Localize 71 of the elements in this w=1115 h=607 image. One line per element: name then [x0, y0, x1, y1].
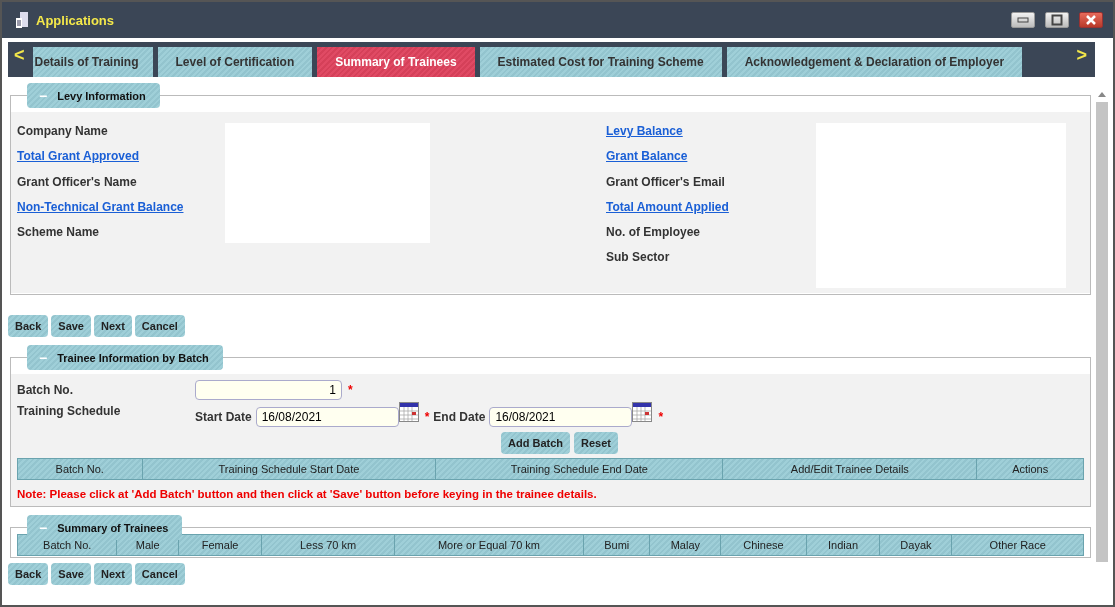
document-icon [14, 11, 30, 29]
field-label: Company Name [17, 123, 109, 140]
tab[interactable]: Summary of Trainees [317, 47, 475, 77]
column-header: Bumi [584, 535, 651, 555]
start-date-field[interactable]: 16/08/2021 [255, 407, 399, 427]
form-button[interactable]: Save [51, 315, 91, 337]
column-header: Less 70 km [262, 535, 395, 555]
tab[interactable]: Details of Training [32, 47, 153, 77]
field-label: Batch No. [17, 383, 74, 397]
form-button[interactable]: Cancel [134, 315, 185, 337]
maximize-icon [1051, 14, 1063, 26]
required-mark: * [348, 383, 353, 397]
column-header: Add/Edit Trainee Details [723, 459, 978, 479]
column-header: Malay [650, 535, 722, 555]
form-button[interactable]: Next [94, 315, 132, 337]
field-link[interactable]: Levy Balance [606, 123, 816, 149]
minimize-button[interactable] [1011, 12, 1035, 28]
form-button[interactable]: Reset [574, 432, 618, 454]
tab[interactable]: Level of Certification [157, 47, 313, 77]
required-mark: * [424, 410, 430, 424]
section-header[interactable]: − Trainee Information by Batch [27, 345, 223, 370]
section-title: Summary of Trainees [57, 521, 169, 534]
form-button[interactable]: Add Batch [501, 432, 570, 454]
previous-tab-button[interactable]: < [8, 45, 33, 74]
column-header: Dayak [880, 535, 953, 555]
column-header: Training Schedule End Date [436, 459, 724, 479]
field-label: End Date [433, 410, 486, 424]
section-header[interactable]: − Levy Information [27, 83, 160, 108]
field-link[interactable]: Total Grant Approved [17, 148, 225, 174]
section-title: Levy Information [57, 89, 146, 102]
window-title: Applications [36, 12, 114, 28]
column-header: More or Equal 70 km [394, 535, 585, 555]
field-label: Grant Officer's Name [17, 173, 138, 191]
next-tab-button[interactable]: > [1070, 45, 1095, 74]
close-icon [1085, 14, 1097, 26]
field-label: Scheme Name [17, 224, 101, 242]
column-header: Female [178, 535, 263, 555]
calendar-icon[interactable] [632, 402, 653, 422]
minimize-icon [1017, 17, 1029, 23]
column-header: Chinese [721, 535, 807, 555]
field-link[interactable]: Non-Technical Grant Balance [17, 198, 225, 225]
end-date-field[interactable]: 16/08/2021 [489, 407, 633, 427]
batch-number-field[interactable]: 1 [195, 380, 342, 400]
field-link[interactable]: Total Amount Applied [606, 198, 816, 225]
section-header[interactable]: − Summary of Trainees [27, 515, 183, 540]
column-header: Batch No. [18, 459, 143, 479]
field-link[interactable]: Grant Balance [606, 148, 816, 174]
form-button[interactable]: Back [8, 563, 49, 585]
tab[interactable]: Estimated Cost for Training Scheme [479, 47, 722, 77]
column-header: Indian [806, 535, 881, 555]
tab[interactable]: Acknowledgement & Declaration of Employer [726, 47, 1023, 77]
field-label: Sub Sector [606, 249, 671, 267]
form-button[interactable]: Next [94, 563, 132, 585]
note-text: Note: Please click at 'Add Batch' button and then click at 'Save' button before keying in the trainee details. [17, 488, 598, 500]
field-label: Training Schedule [17, 403, 122, 418]
column-header: Training Schedule Start Date [142, 459, 437, 479]
field-label: Start Date [195, 410, 252, 424]
maximize-button[interactable] [1045, 12, 1069, 28]
form-button[interactable]: Back [8, 315, 49, 337]
close-button[interactable] [1079, 12, 1103, 28]
field-label: No. of Employee [606, 224, 701, 242]
scroll-up-icon[interactable] [1097, 90, 1107, 98]
section-title: Trainee Information by Batch [57, 351, 209, 364]
calendar-icon[interactable] [398, 402, 419, 422]
form-button[interactable]: Cancel [134, 563, 185, 585]
form-button[interactable]: Save [51, 563, 91, 585]
required-mark: * [658, 410, 664, 424]
scrollbar-thumb[interactable] [1096, 102, 1108, 562]
field-label: Grant Officer's Email [606, 173, 726, 191]
column-header: Other Race [988, 538, 1047, 553]
column-header: Actions [1011, 462, 1050, 477]
